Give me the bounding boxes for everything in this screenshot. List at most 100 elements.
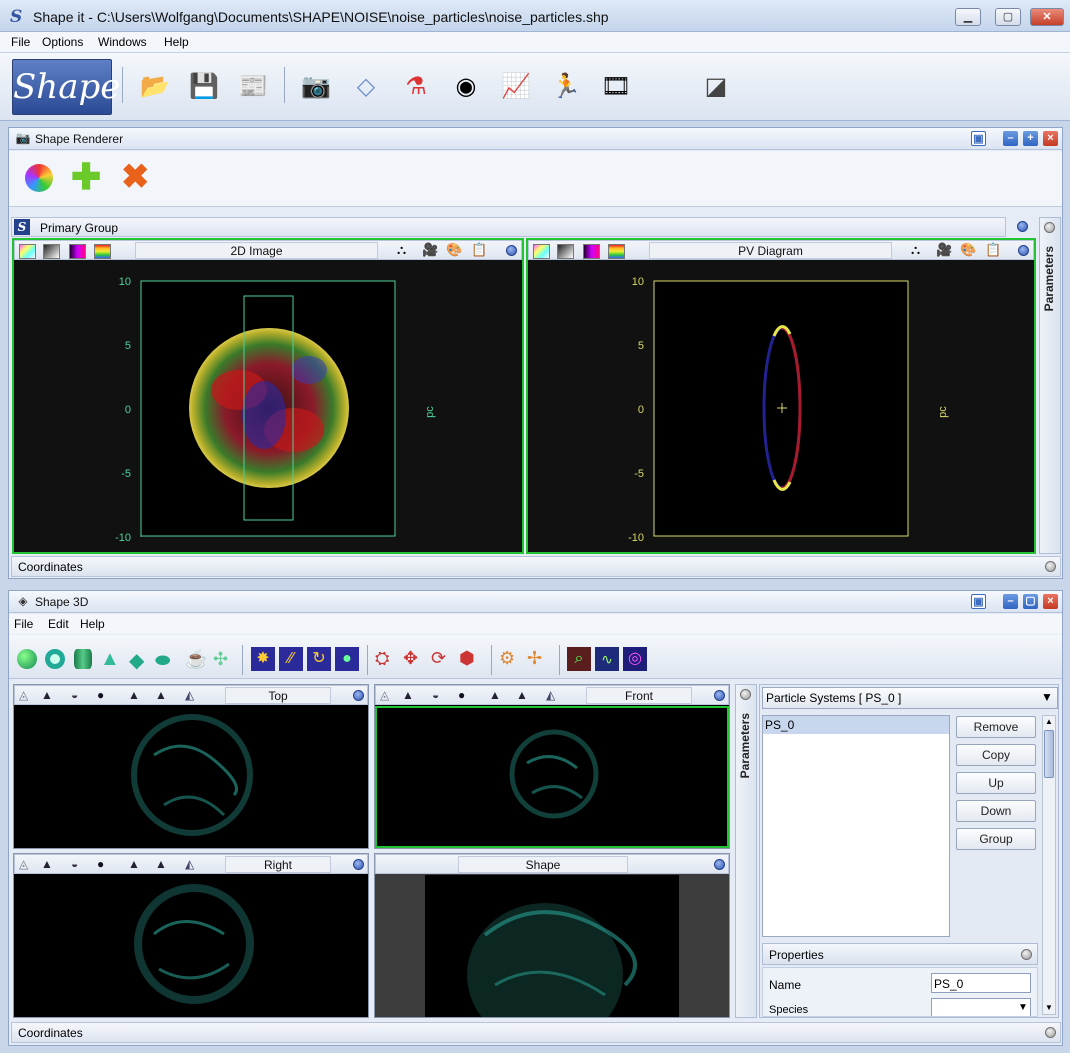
renderer-parameters-tab[interactable]: Parameters xyxy=(1039,217,1061,554)
sphere-primitive-icon[interactable] xyxy=(17,649,37,669)
palette-spectrum-icon[interactable] xyxy=(94,244,111,259)
menu-windows[interactable]: Windows xyxy=(98,35,147,49)
palette-rainbow-icon[interactable] xyxy=(19,244,36,259)
renderer-pin-button[interactable]: ▣ xyxy=(971,131,986,146)
cone-left-icon[interactable]: ▲ xyxy=(128,688,140,702)
film-reel-icon[interactable]: 🎞 xyxy=(600,71,632,103)
particle-select-icon[interactable]: ⛭ xyxy=(375,648,389,669)
shear-modifier-icon[interactable]: ⁄⁄ xyxy=(279,647,303,671)
pv-view-collapse-button[interactable] xyxy=(1018,245,1029,256)
wire-shading-icon[interactable]: ◬ xyxy=(380,688,389,702)
group-collapse-button[interactable] xyxy=(1017,221,1028,232)
wire-shading-icon[interactable]: ◬ xyxy=(19,857,28,871)
colormap-icon[interactable]: ◎ xyxy=(623,647,647,671)
template-icon[interactable]: 📰 xyxy=(237,71,269,103)
cone-right-icon[interactable]: ▲ xyxy=(155,688,167,702)
path-icon[interactable]: ∿ xyxy=(595,647,619,671)
close-button[interactable]: ✕ xyxy=(1030,8,1064,26)
shape3d-pin-button[interactable]: ▣ xyxy=(971,594,986,609)
shape3d-parameters-tab[interactable]: Parameters xyxy=(735,684,757,1018)
coordinates-expand-button[interactable] xyxy=(1045,1027,1056,1038)
palette-rainbow-icon[interactable] xyxy=(533,244,550,259)
search-icon[interactable]: ⌕ xyxy=(567,647,591,671)
add-icon[interactable]: ✚ xyxy=(71,159,101,195)
clipboard-icon[interactable]: 📋 xyxy=(471,242,487,258)
right-view-collapse-button[interactable] xyxy=(353,859,364,870)
panel-scrollbar[interactable]: ▲ ▼ xyxy=(1042,715,1056,1015)
grid-primitive-icon[interactable]: ✣ xyxy=(213,649,228,670)
shape3d-minimize-button[interactable]: – xyxy=(1003,594,1018,609)
half-cone-icon[interactable]: ◭ xyxy=(185,857,194,871)
open-folder-icon[interactable]: 📂 xyxy=(139,71,171,103)
wire-shading-icon[interactable]: ◬ xyxy=(19,688,28,702)
camera-icon[interactable]: 📷 xyxy=(300,71,332,103)
half-sphere-icon[interactable]: ◒ xyxy=(71,688,78,702)
palette-spectrum-icon[interactable] xyxy=(608,244,625,259)
shape-view-collapse-button[interactable] xyxy=(714,859,725,870)
palette-purple-icon[interactable] xyxy=(69,244,86,259)
maximize-button[interactable]: ▢ xyxy=(995,8,1021,26)
up-button[interactable]: Up xyxy=(956,772,1036,794)
binoculars-icon[interactable]: ⛬ xyxy=(397,242,406,258)
menu-file[interactable]: File xyxy=(11,35,30,49)
sphere-modifier-icon[interactable]: ● xyxy=(335,647,359,671)
particle-cube-icon[interactable]: ⬢ xyxy=(459,648,475,669)
shape3d-menu-edit[interactable]: Edit xyxy=(48,617,69,631)
menu-help[interactable]: Help xyxy=(164,35,189,49)
cone-primitive-icon[interactable]: ▲ xyxy=(100,648,120,671)
copy-button[interactable]: Copy xyxy=(956,744,1036,766)
chevron-down-icon[interactable]: ▼ xyxy=(1041,690,1053,704)
full-sphere-icon[interactable]: ● xyxy=(97,688,104,702)
renderer-maximize-button[interactable]: + xyxy=(1023,131,1038,146)
paint-palette-icon[interactable]: 🎨 xyxy=(446,242,462,258)
particle-rotate-icon[interactable]: ⟳ xyxy=(431,648,446,669)
chevron-down-icon[interactable]: ▼ xyxy=(1018,1002,1028,1013)
renderer-minimize-button[interactable]: – xyxy=(1003,131,1018,146)
solid-shading-icon[interactable]: ▲ xyxy=(41,688,53,702)
parameters-expand-button[interactable] xyxy=(1044,222,1055,233)
shape3d-parameters-collapse[interactable] xyxy=(740,689,751,700)
down-button[interactable]: Down xyxy=(956,800,1036,822)
shape3d-restore-button[interactable]: ▢ xyxy=(1023,594,1038,609)
scroll-down-icon[interactable]: ▼ xyxy=(1043,1002,1055,1014)
velocity-field-icon[interactable]: ⚙ xyxy=(499,648,515,669)
cone-right-icon[interactable]: ▲ xyxy=(516,688,528,702)
palette-gray-icon[interactable] xyxy=(43,244,60,259)
velocity-move-icon[interactable]: ✢ xyxy=(527,648,542,669)
notebook-icon[interactable]: ◪ xyxy=(700,71,732,103)
minimize-button[interactable]: ▁ xyxy=(955,8,981,26)
solid-shading-icon[interactable]: ▲ xyxy=(41,857,53,871)
torus-primitive-icon[interactable] xyxy=(45,649,65,669)
coordinates-expand-button[interactable] xyxy=(1045,561,1056,572)
plane-primitive-icon[interactable]: ⬬ xyxy=(155,650,170,671)
half-cone-icon[interactable]: ◭ xyxy=(185,688,194,702)
renderer-close-button[interactable]: × xyxy=(1043,131,1058,146)
video-camera-icon[interactable]: 🎥 xyxy=(422,242,438,258)
half-sphere-icon[interactable]: ◒ xyxy=(71,857,78,871)
group-button[interactable]: Group xyxy=(956,828,1036,850)
properties-collapse-button[interactable] xyxy=(1021,949,1032,960)
cube-primitive-icon[interactable]: ◆ xyxy=(129,648,144,673)
delete-icon[interactable]: ✖ xyxy=(121,159,150,195)
cylinder-primitive-icon[interactable] xyxy=(74,649,92,669)
video-camera-icon[interactable]: 🎥 xyxy=(936,242,952,258)
solid-shading-icon[interactable]: ▲ xyxy=(402,688,414,702)
clipboard-icon[interactable]: 📋 xyxy=(985,242,1001,258)
cone-right-icon[interactable]: ▲ xyxy=(155,857,167,871)
explode-modifier-icon[interactable]: ✸ xyxy=(251,647,275,671)
full-sphere-icon[interactable]: ● xyxy=(458,688,465,702)
graph-window-icon[interactable]: 📈 xyxy=(500,71,532,103)
cone-left-icon[interactable]: ▲ xyxy=(128,857,140,871)
shape3d-close-button[interactable]: × xyxy=(1043,594,1058,609)
binoculars-icon[interactable]: ⛬ xyxy=(911,242,920,258)
particle-systems-select[interactable]: Particle Systems [ PS_0 ] ▼ xyxy=(762,687,1058,709)
save-icon[interactable]: 💾 xyxy=(188,71,220,103)
particle-move-icon[interactable]: ✥ xyxy=(403,648,418,669)
front-view-collapse-button[interactable] xyxy=(714,690,725,701)
shape3d-menu-file[interactable]: File xyxy=(14,617,33,631)
shape3d-menu-help[interactable]: Help xyxy=(80,617,105,631)
paint-palette-icon[interactable]: 🎨 xyxy=(960,242,976,258)
flask-icon[interactable]: ⚗ xyxy=(400,71,432,103)
scroll-up-icon[interactable]: ▲ xyxy=(1043,716,1055,728)
image-view-collapse-button[interactable] xyxy=(506,245,517,256)
